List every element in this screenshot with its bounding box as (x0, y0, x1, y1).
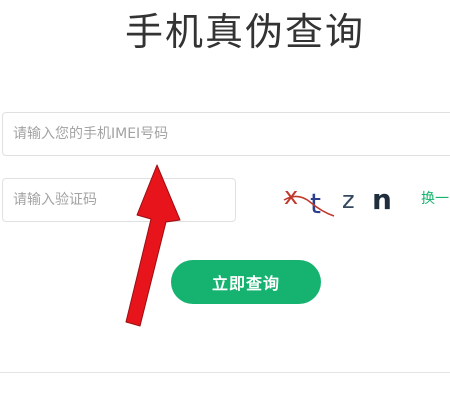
captcha-image[interactable]: x t z n (276, 178, 400, 222)
captcha-input[interactable] (2, 178, 236, 222)
query-button[interactable]: 立即查询 (171, 260, 321, 304)
captcha-char: n (372, 183, 392, 216)
refresh-captcha-link[interactable]: 换一张 (421, 188, 450, 208)
captcha-noise-line (283, 195, 335, 217)
captcha-char: z (342, 186, 355, 214)
imei-input[interactable] (2, 112, 450, 156)
divider (0, 372, 450, 373)
page-title: 手机真伪查询 (124, 10, 365, 54)
